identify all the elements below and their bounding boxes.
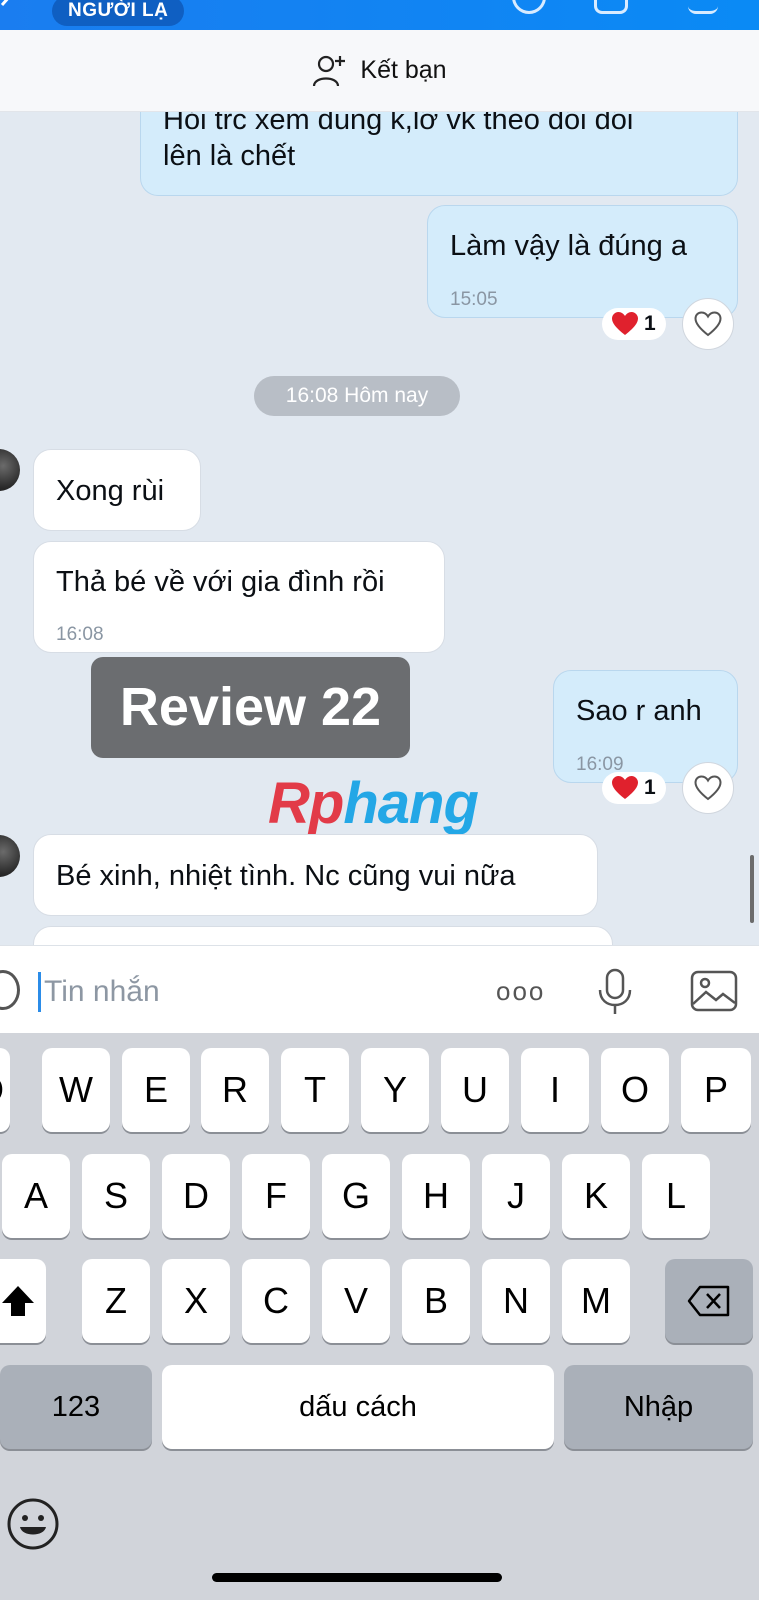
back-icon[interactable] xyxy=(0,0,14,16)
message-text: Thả bé về với gia đình rồi xyxy=(56,566,385,598)
key-p[interactable]: P xyxy=(681,1048,751,1132)
enter-key[interactable]: Nhập xyxy=(564,1365,753,1449)
key-s[interactable]: S xyxy=(82,1154,150,1238)
message-text: Sao r anh xyxy=(576,695,702,727)
menu-icon[interactable] xyxy=(688,0,718,14)
shift-key[interactable] xyxy=(0,1259,46,1343)
message-bubble-incoming[interactable]: Thả bé về với gia đình rồi 16:08 xyxy=(33,541,445,653)
key-j[interactable]: J xyxy=(482,1154,550,1238)
shift-icon xyxy=(2,1286,34,1316)
reaction-badge[interactable]: 1 xyxy=(602,772,666,804)
backspace-key[interactable] xyxy=(665,1259,753,1343)
key-r[interactable]: R xyxy=(201,1048,269,1132)
review-label: Review 22 xyxy=(91,657,410,758)
key-q[interactable]: Q xyxy=(0,1048,10,1132)
key-b[interactable]: B xyxy=(402,1259,470,1343)
watermark-main: Rp xyxy=(268,771,344,836)
key-i[interactable]: I xyxy=(521,1048,589,1132)
message-text: Bé xinh, nhiệt tình. Nc cũng vui nữa xyxy=(56,860,516,892)
message-text: Xong rùi xyxy=(56,475,165,507)
call-icon[interactable] xyxy=(512,0,546,14)
key-u[interactable]: U xyxy=(441,1048,509,1132)
key-z[interactable]: Z xyxy=(82,1259,150,1343)
message-text: lên là chết xyxy=(163,140,296,172)
message-bubble-incoming[interactable]: Xong rùi xyxy=(33,449,201,531)
key-n[interactable]: N xyxy=(482,1259,550,1343)
scrollbar[interactable] xyxy=(750,855,754,923)
message-input-bar: Tin nhắn ooo xyxy=(0,945,759,1033)
reaction-count: 1 xyxy=(644,776,656,799)
message-bubble-incoming[interactable]: Bé xinh, nhiệt tình. Nc cũng vui nữa xyxy=(33,834,598,916)
key-w[interactable]: W xyxy=(42,1048,110,1132)
key-g[interactable]: G xyxy=(322,1154,390,1238)
heart-outline-icon xyxy=(694,311,722,337)
video-call-icon[interactable] xyxy=(594,0,628,14)
message-input[interactable]: Tin nhắn xyxy=(44,972,160,1012)
message-bubble-outgoing[interactable]: Làm vậy là đúng a 15:05 xyxy=(427,205,738,318)
space-key[interactable]: dấu cách xyxy=(162,1365,554,1449)
image-icon[interactable] xyxy=(690,970,738,1012)
time-divider: 16:08 Hôm nay xyxy=(254,376,460,416)
reaction-count: 1 xyxy=(644,312,656,335)
red-heart-icon xyxy=(612,312,638,335)
top-header: NGƯỜI LẠ xyxy=(0,0,759,30)
backspace-icon xyxy=(687,1285,730,1317)
text-caret xyxy=(38,972,41,1012)
key-f[interactable]: F xyxy=(242,1154,310,1238)
add-friend-bar-cover[interactable]: Kết bạn xyxy=(0,30,759,112)
like-button[interactable] xyxy=(682,762,734,814)
key-c[interactable]: C xyxy=(242,1259,310,1343)
sticker-icon[interactable] xyxy=(0,970,20,1010)
key-h[interactable]: H xyxy=(402,1154,470,1238)
watermark-rest: hang xyxy=(343,771,479,836)
key-x[interactable]: X xyxy=(162,1259,230,1343)
home-indicator[interactable] xyxy=(212,1573,502,1582)
key-m[interactable]: M xyxy=(562,1259,630,1343)
message-time: 16:08 xyxy=(56,624,104,645)
add-friend-label: Kết bạn xyxy=(360,56,447,84)
key-v[interactable]: V xyxy=(322,1259,390,1343)
add-person-icon xyxy=(313,55,346,86)
numbers-key[interactable]: 123 xyxy=(0,1365,152,1449)
microphone-icon[interactable] xyxy=(595,968,635,1016)
key-e[interactable]: E xyxy=(122,1048,190,1132)
like-button[interactable] xyxy=(682,298,734,350)
red-heart-icon xyxy=(612,776,638,799)
key-a[interactable]: A xyxy=(2,1154,70,1238)
heart-outline-icon xyxy=(694,775,722,801)
key-l[interactable]: L xyxy=(642,1154,710,1238)
stranger-badge: NGƯỜI LẠ xyxy=(52,0,185,26)
watermark-logo: Rphang xyxy=(268,770,479,837)
reaction-badge[interactable]: 1 xyxy=(602,308,666,340)
key-d[interactable]: D xyxy=(162,1154,230,1238)
message-time: 15:05 xyxy=(450,289,498,310)
key-k[interactable]: K xyxy=(562,1154,630,1238)
avatar[interactable] xyxy=(0,835,20,877)
avatar[interactable] xyxy=(0,449,20,491)
key-y[interactable]: Y xyxy=(361,1048,429,1132)
emoji-icon[interactable] xyxy=(6,1497,60,1551)
message-text: Làm vậy là đúng a xyxy=(450,230,687,262)
key-o[interactable]: O xyxy=(601,1048,669,1132)
more-icon[interactable]: ooo xyxy=(496,976,545,1007)
key-t[interactable]: T xyxy=(281,1048,349,1132)
